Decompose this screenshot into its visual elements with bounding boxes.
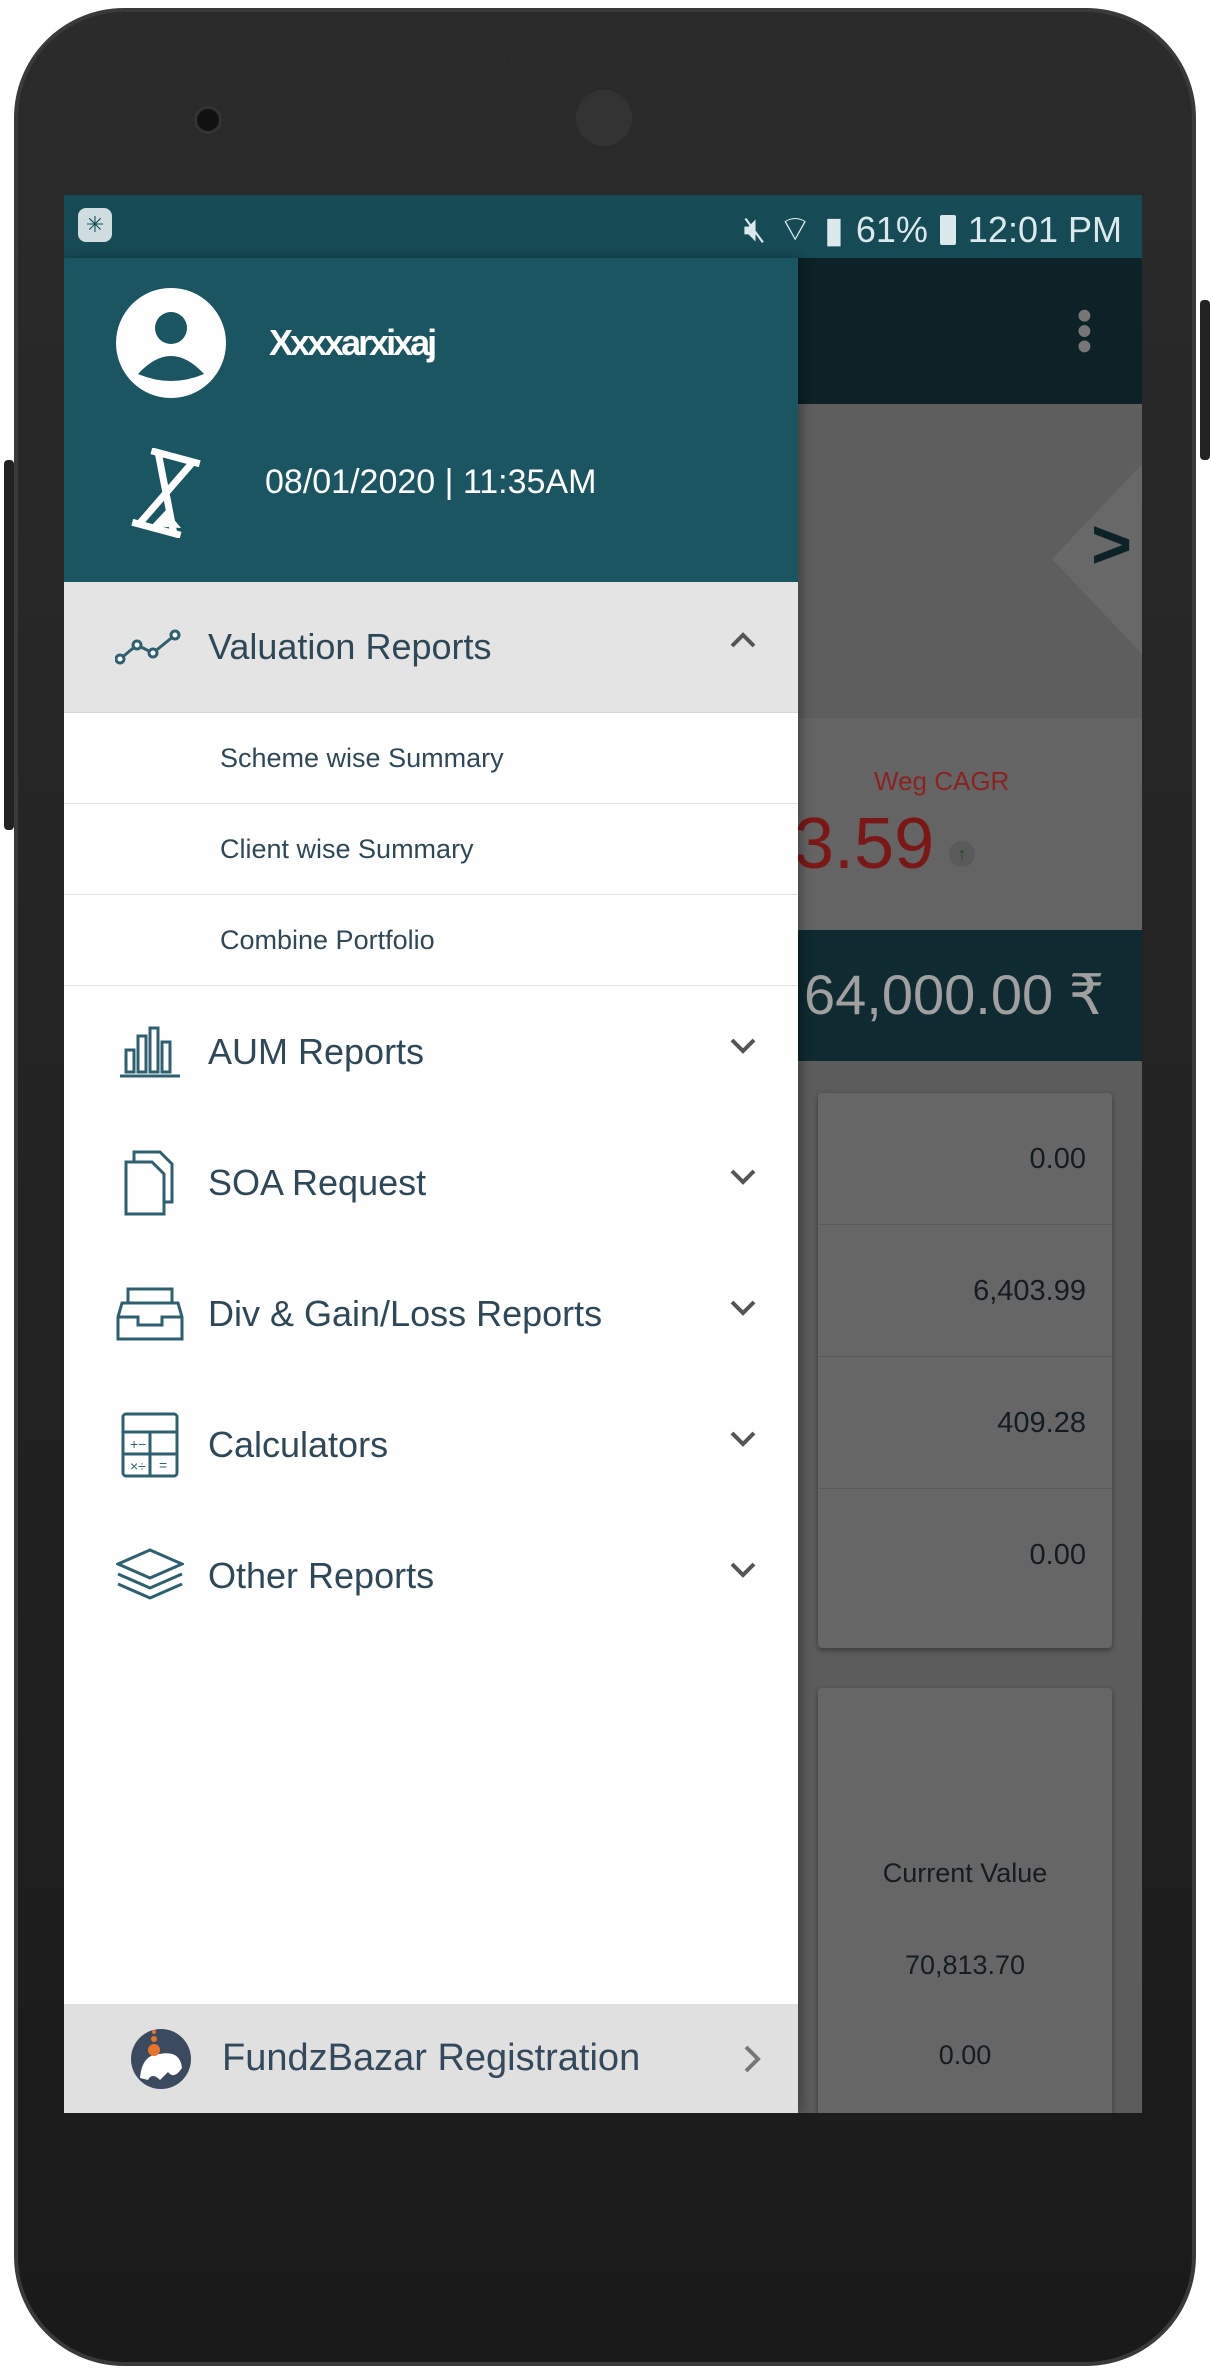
- menu-other-reports[interactable]: Other Reports: [64, 1510, 798, 1641]
- menu-label: AUM Reports: [208, 1030, 425, 1072]
- menu-label: Valuation Reports: [208, 626, 492, 667]
- summary-card: 0.00 6,403.99 409.28 0.00: [818, 1093, 1112, 1648]
- inbox-tray-icon: [116, 1287, 184, 1340]
- menu-label: Div & Gain/Loss Reports: [208, 1292, 603, 1334]
- svg-text:×÷: ×÷: [130, 1458, 146, 1474]
- power-button: [1200, 300, 1210, 460]
- signal-icon: ▮: [824, 208, 844, 250]
- chevron-down-icon: [730, 1038, 756, 1054]
- cagr-value: 3.59: [794, 804, 935, 884]
- notification-icon: ✳: [78, 208, 112, 242]
- menu-label: SOA Request: [208, 1161, 427, 1203]
- navigation-drawer: Xxxxarxixaj 08/01/2020 | 11:35AM Valuati…: [64, 258, 798, 2113]
- volume-button: [4, 460, 14, 830]
- column-header: Current Value: [882, 1858, 1048, 1888]
- wifi-icon: ⌔: [778, 208, 813, 249]
- summary-value: 0.00: [1029, 1539, 1086, 1571]
- chevron-down-icon: [730, 1562, 756, 1578]
- submenu-combine-portfolio[interactable]: Combine Portfolio: [64, 895, 798, 986]
- svg-text:=: =: [159, 1457, 167, 1473]
- fundzbazar-registration-button[interactable]: FundzBazar Registration: [64, 2004, 798, 2113]
- mute-icon: 🔇︎: [743, 208, 767, 249]
- line-chart-icon: [115, 629, 181, 665]
- chevron-up-icon: [730, 632, 756, 648]
- menu-soa-request[interactable]: SOA Request: [64, 1117, 798, 1248]
- avatar: [116, 288, 226, 398]
- total-value: 64,000.00 ₹: [804, 963, 1105, 1026]
- layers-icon: [116, 1547, 184, 1600]
- status-bar: ✳ 🔇︎ ⌔ ▮ 61% 12:01 PM: [64, 195, 1142, 258]
- more-options-icon[interactable]: •••: [1060, 308, 1109, 354]
- menu-label: Other Reports: [208, 1554, 435, 1596]
- front-camera: [194, 106, 222, 134]
- calculator-icon: +− ×÷ =: [121, 1412, 179, 1477]
- footer-label: FundzBazar Registration: [222, 2037, 641, 2079]
- chevron-right-icon: >: [1091, 505, 1132, 583]
- fundzbazar-logo-icon: [131, 2028, 191, 2089]
- drawer-header: Xxxxarxixaj 08/01/2020 | 11:35AM: [64, 258, 798, 582]
- menu-valuation-reports[interactable]: Valuation Reports: [64, 582, 798, 713]
- battery-percent: 61%: [855, 208, 928, 250]
- screen: ✳ 🔇︎ ⌔ ▮ 61% 12:01 PM ••• > Weg CAGR 3.5…: [64, 195, 1142, 2113]
- summary-value: 409.28: [818, 1357, 1112, 1489]
- menu-calculators[interactable]: +− ×÷ = Calculators: [64, 1379, 798, 1510]
- bar-chart-icon: [120, 1026, 180, 1077]
- documents-icon: [124, 1150, 174, 1215]
- menu-div-gain-loss-reports[interactable]: Div & Gain/Loss Reports: [64, 1248, 798, 1379]
- battery-charging-icon: [939, 214, 956, 245]
- holdings-card: Current Value 70,813.70 0.00: [818, 1688, 1112, 2113]
- cagr-label: Weg CAGR: [874, 766, 1010, 796]
- svg-text:+−: +−: [130, 1436, 146, 1452]
- table-cell: 0.00: [938, 2040, 992, 2070]
- summary-value: 6,403.99: [818, 1225, 1112, 1357]
- hourglass-icon: [131, 448, 201, 538]
- menu-label: Calculators: [208, 1423, 389, 1465]
- submenu-scheme-wise-summary[interactable]: Scheme wise Summary: [64, 713, 798, 804]
- table-cell: 70,813.70: [904, 1950, 1026, 1980]
- chevron-down-icon: [730, 1300, 756, 1316]
- summary-value: 0.00: [818, 1093, 1112, 1225]
- user-name: Xxxxarxixaj: [269, 322, 437, 363]
- arrow-up-icon: ↑: [949, 841, 975, 867]
- earpiece: [576, 90, 632, 146]
- clock: 12:01 PM: [967, 208, 1122, 250]
- menu-aum-reports[interactable]: AUM Reports: [64, 986, 798, 1117]
- last-login: 08/01/2020 | 11:35AM: [265, 463, 597, 501]
- chevron-right-icon: [744, 2045, 761, 2073]
- chevron-down-icon: [730, 1169, 756, 1185]
- submenu-client-wise-summary[interactable]: Client wise Summary: [64, 804, 798, 895]
- user-icon: [138, 312, 204, 381]
- chevron-down-icon: [730, 1431, 756, 1447]
